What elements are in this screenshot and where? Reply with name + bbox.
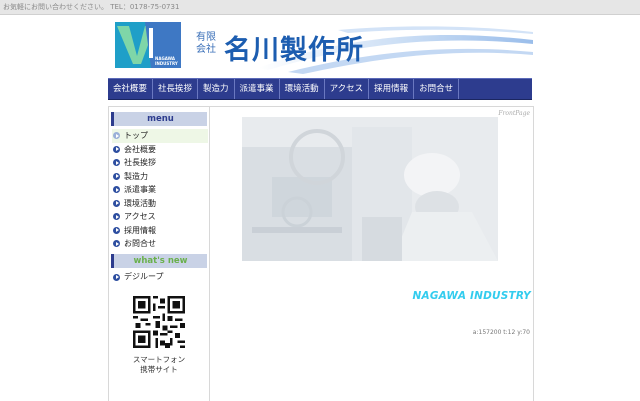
frontpage-label: FrontPage [498, 110, 530, 117]
whats-new-heading: what's new [111, 254, 207, 268]
site-header: NAGAWA INDUSTRY 有限会社 名川製作所 [108, 18, 533, 74]
sidebar-item-label: アクセス [124, 212, 156, 221]
sidebar-item-label: 製造力 [124, 171, 148, 181]
factory-worker-photo [242, 117, 498, 261]
sidebar-item-dispatch[interactable]: 派遣事業 [112, 183, 208, 197]
sidebar-item-label: トップ [124, 131, 148, 140]
qr-caption: スマートフォン 携帯サイト [109, 355, 209, 375]
sidebar-item-environment[interactable]: 環境活動 [112, 197, 208, 211]
nav-item-dispatch[interactable]: 派遣事業 [235, 79, 280, 99]
sidebar-item-label: 採用情報 [124, 225, 156, 235]
qr-caption-line2: 携帯サイト [140, 365, 178, 374]
nav-item-environment[interactable]: 環境活動 [280, 79, 325, 99]
sidebar-item-top[interactable]: トップ [112, 129, 208, 143]
sidebar-item-contact[interactable]: お問合せ [112, 237, 208, 251]
sidebar-item-access[interactable]: アクセス [112, 210, 208, 224]
nav-item-access[interactable]: アクセス [325, 79, 370, 99]
arrow-bullet-icon [113, 172, 120, 180]
company-prefix: 有限会社 [196, 32, 216, 55]
news-item-digiloop[interactable]: デジループ [112, 271, 164, 283]
arrow-bullet-icon [113, 159, 120, 166]
mobile-site-qr-code [133, 296, 185, 348]
company-logo[interactable]: NAGAWA INDUSTRY [115, 22, 181, 68]
sidebar-item-label: お問合せ [124, 239, 156, 248]
menu-heading: menu [111, 112, 207, 126]
contact-text: お気軽にお問い合わせください。 TEL：0178-75-0731 [3, 3, 180, 11]
nav-item-manufacturing[interactable]: 製造力 [198, 79, 235, 99]
company-name: 名川製作所 [224, 35, 364, 66]
access-counter: a:157200 t:12 y:70 [472, 329, 530, 336]
sidebar-item-manufacturing[interactable]: 製造力 [112, 170, 208, 184]
brand-tagline: NAGAWA INDUSTRY [412, 290, 531, 302]
main-container: menu トップ 会社概要 社長挨拶 製造力 派遣事業 環境活動 アクセス 採用… [108, 106, 534, 401]
sidebar-item-recruit[interactable]: 採用情報 [112, 224, 208, 238]
nav-item-company[interactable]: 会社概要 [108, 79, 154, 99]
sidebar-item-greeting[interactable]: 社長挨拶 [112, 156, 208, 170]
nav-item-contact[interactable]: お問合せ [414, 79, 460, 99]
sidebar-item-company[interactable]: 会社概要 [112, 143, 208, 157]
arrow-bullet-icon [113, 273, 120, 281]
arrow-bullet-icon [113, 213, 120, 220]
logo-text-line2: INDUSTRY [155, 61, 178, 66]
arrow-bullet-icon [113, 226, 120, 234]
sidebar-item-label: 社長挨拶 [124, 158, 156, 167]
nav-item-recruit[interactable]: 採用情報 [369, 79, 415, 99]
sidebar-item-label: 派遣事業 [124, 185, 156, 194]
main-navigation: 会社概要 社長挨拶 製造力 派遣事業 環境活動 アクセス 採用情報 お問合せ [108, 78, 532, 100]
top-contact-bar: お気軽にお問い合わせください。 TEL：0178-75-0731 [0, 0, 640, 15]
sidebar-menu: トップ 会社概要 社長挨拶 製造力 派遣事業 環境活動 アクセス 採用情報 お問… [112, 129, 208, 251]
nav-item-greeting[interactable]: 社長挨拶 [153, 79, 199, 99]
qr-caption-line1: スマートフォン [132, 355, 186, 364]
sidebar: menu トップ 会社概要 社長挨拶 製造力 派遣事業 環境活動 アクセス 採用… [109, 107, 210, 401]
arrow-bullet-icon [113, 145, 120, 153]
arrow-bullet-icon [113, 199, 120, 207]
sidebar-item-label: 環境活動 [124, 198, 156, 208]
sidebar-item-label: 会社概要 [124, 144, 156, 154]
news-item-label: デジループ [124, 272, 164, 281]
arrow-bullet-icon [113, 240, 120, 247]
arrow-bullet-icon [113, 186, 120, 193]
arrow-bullet-icon [113, 132, 120, 139]
main-content: FrontPage NAGAWA INDUSTRY a:157200 t:12 … [210, 107, 533, 401]
